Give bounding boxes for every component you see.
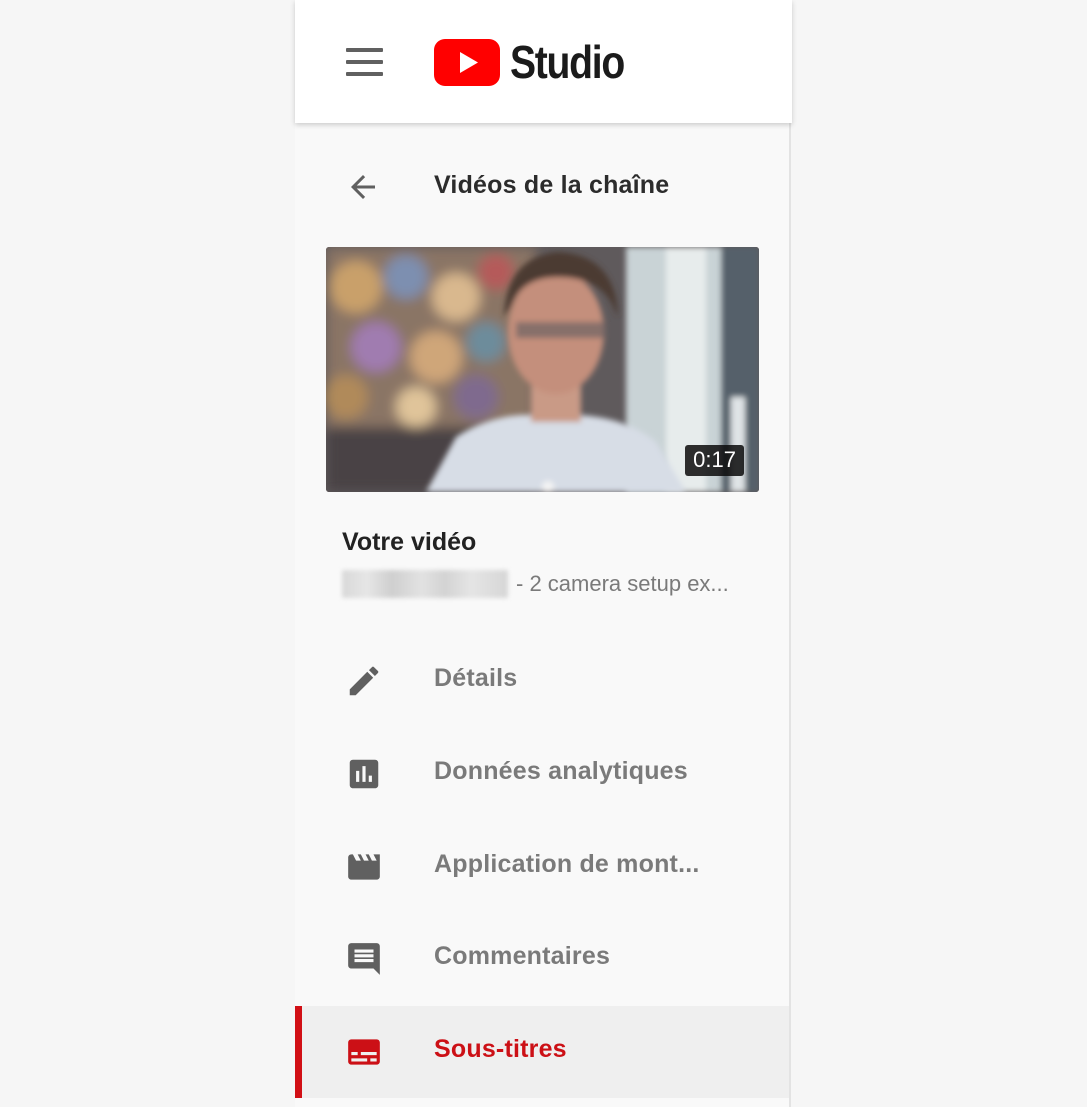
video-title: Votre vidéo	[342, 528, 477, 556]
youtube-studio-logo[interactable]: Studio	[434, 36, 644, 88]
subtitles-icon	[348, 1039, 380, 1065]
back-arrow-icon[interactable]	[345, 169, 381, 205]
video-duration: 0:17	[685, 445, 744, 476]
clapperboard-icon	[348, 854, 380, 880]
video-subtitle: - 2 camera setup ex...	[342, 570, 729, 598]
menu-icon[interactable]	[346, 48, 383, 76]
nav-item-comments[interactable]: Commentaires	[295, 913, 789, 1005]
nav-item-label: Sous-titres	[434, 1035, 567, 1063]
nav-item-label: Détails	[434, 664, 518, 692]
youtube-logo-icon	[434, 38, 500, 86]
video-thumbnail[interactable]: 0:17	[326, 247, 759, 492]
redacted-channel-name	[342, 570, 508, 598]
nav-item-editor[interactable]: Application de mont...	[295, 821, 789, 913]
analytics-icon	[349, 759, 379, 789]
nav-item-details[interactable]: Détails	[295, 635, 789, 727]
nav-item-analytics[interactable]: Données analytiques	[295, 728, 789, 820]
logo-text: Studio	[510, 36, 625, 88]
video-subtitle-text: - 2 camera setup ex...	[516, 571, 729, 596]
nav-item-subtitles[interactable]: Sous-titres	[295, 1006, 789, 1098]
pencil-icon	[349, 666, 379, 696]
back-row[interactable]: Vidéos de la chaîne	[295, 155, 789, 217]
nav-item-label: Application de mont...	[434, 850, 700, 878]
back-title: Vidéos de la chaîne	[434, 171, 670, 199]
top-bar: Studio	[295, 0, 792, 123]
nav-item-label: Commentaires	[434, 942, 611, 970]
comment-icon	[348, 943, 380, 975]
nav-item-label: Données analytiques	[434, 757, 688, 785]
